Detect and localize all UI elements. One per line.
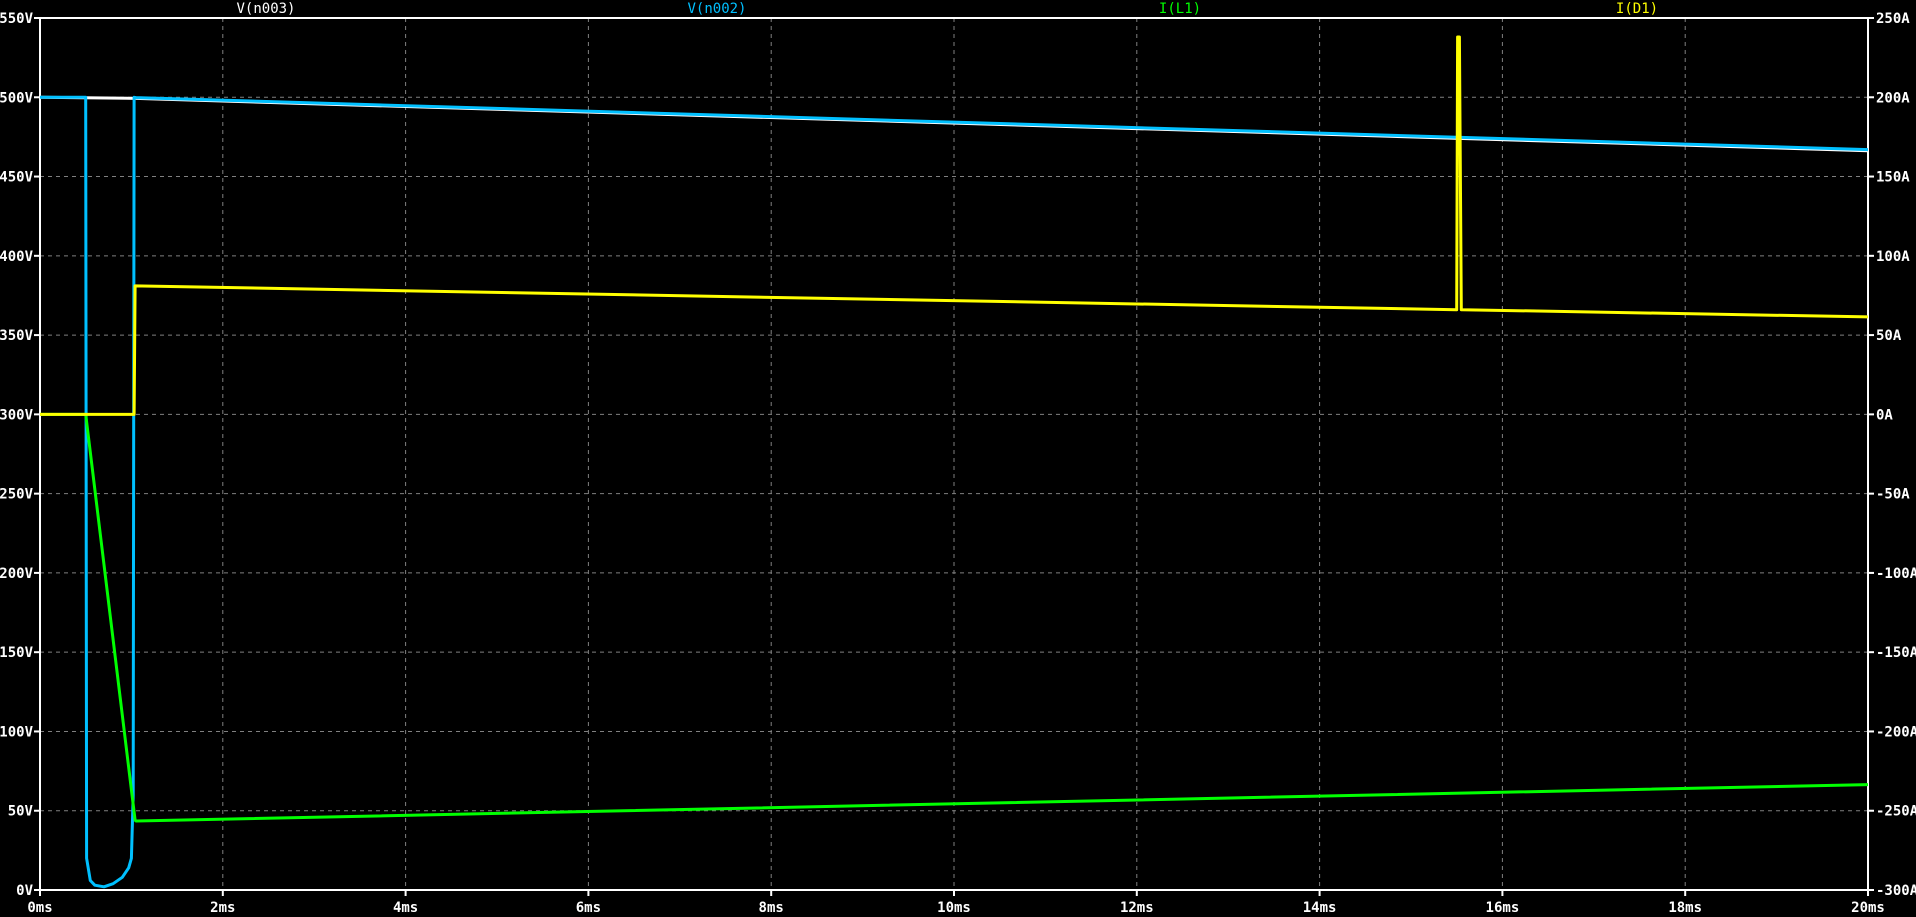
right-tick-label: 50A <box>1876 328 1902 344</box>
x-tick-label: 0ms <box>27 900 52 916</box>
left-tick-label: 0V <box>16 883 33 899</box>
right-tick-label: 0A <box>1876 407 1893 423</box>
right-tick-label: -200A <box>1876 724 1916 740</box>
right-tick-label: 200A <box>1876 90 1910 106</box>
left-tick-label: 350V <box>0 328 34 344</box>
right-tick-label: 250A <box>1876 11 1910 27</box>
right-tick-label: -100A <box>1876 566 1916 582</box>
trace-labels: V(n003) V(n002) I(L1) I(D1) <box>236 1 1658 17</box>
trace-label-i-d1[interactable]: I(D1) <box>1616 1 1658 17</box>
left-tick-label: 150V <box>0 645 34 661</box>
left-tick-label: 400V <box>0 249 34 265</box>
x-tick-label: 12ms <box>1120 900 1154 916</box>
right-tick-label: -150A <box>1876 645 1916 661</box>
right-tick-label: -250A <box>1876 804 1916 820</box>
x-tick-label: 16ms <box>1486 900 1520 916</box>
left-tick-label: 450V <box>0 170 34 186</box>
waveform-plot[interactable]: 0ms 2ms 4ms 6ms 8ms 10ms 12ms 14ms 16ms 18ms 20ms 0… <box>0 0 1916 917</box>
trace-label-v-n002[interactable]: V(n002) <box>687 1 746 17</box>
x-tick-label: 2ms <box>210 900 235 916</box>
left-tick-label: 250V <box>0 487 34 503</box>
trace-label-i-l1[interactable]: I(L1) <box>1159 1 1201 17</box>
x-tick-label: 18ms <box>1668 900 1702 916</box>
x-tick-label: 8ms <box>759 900 784 916</box>
left-tick-label: 550V <box>0 11 34 27</box>
trace-label-v-n003[interactable]: V(n003) <box>236 1 295 17</box>
x-tick-label: 14ms <box>1303 900 1337 916</box>
right-tick-label: -50A <box>1876 487 1910 503</box>
left-tick-label: 500V <box>0 90 34 106</box>
left-tick-label: 50V <box>8 804 34 820</box>
x-tick-label: 6ms <box>576 900 601 916</box>
x-tick-label: 20ms <box>1851 900 1885 916</box>
right-tick-label: 100A <box>1876 249 1910 265</box>
right-tick-label: -300A <box>1876 883 1916 899</box>
axes: 0ms 2ms 4ms 6ms 8ms 10ms 12ms 14ms 16ms 18ms 20ms 0… <box>0 11 1916 916</box>
grid <box>40 18 1868 890</box>
x-tick-label: 4ms <box>393 900 418 916</box>
x-tick-label: 10ms <box>937 900 971 916</box>
left-tick-label: 300V <box>0 407 34 423</box>
right-tick-label: 150A <box>1876 170 1910 186</box>
left-tick-label: 100V <box>0 724 34 740</box>
left-tick-label: 200V <box>0 566 34 582</box>
